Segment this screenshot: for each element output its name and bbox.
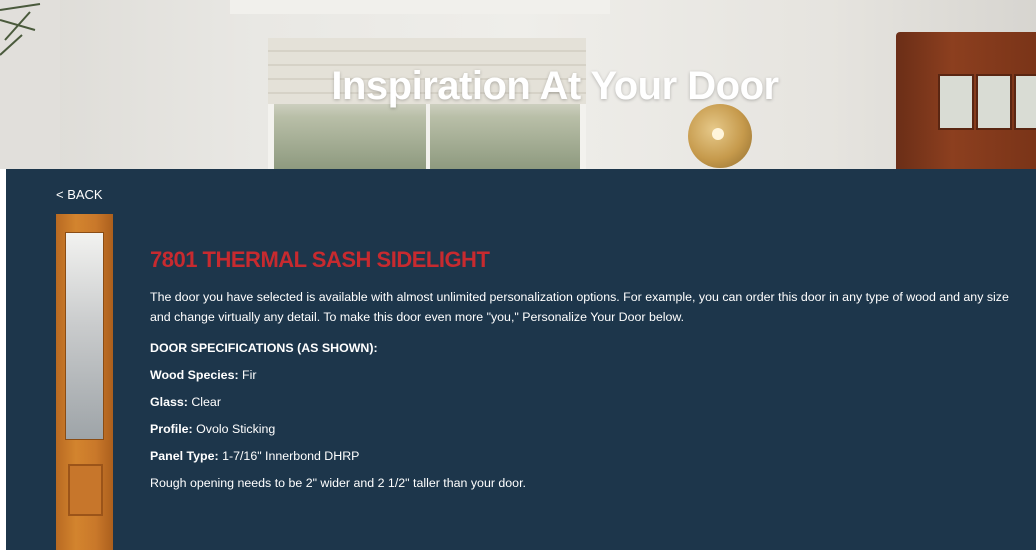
spec-value: Fir bbox=[238, 368, 257, 382]
hero-trim bbox=[230, 0, 610, 14]
hero-title: Inspiration At Your Door bbox=[331, 64, 779, 108]
product-detail-section: < BACK 7801 THERMAL SASH SIDELIGHT The d… bbox=[6, 169, 1036, 550]
door-product-image bbox=[56, 214, 113, 550]
hero-banner: Inspiration At Your Door bbox=[0, 0, 1036, 169]
spec-wood-species: Wood Species: Fir bbox=[150, 368, 1030, 382]
door-glass bbox=[65, 232, 104, 440]
spec-value: 1-7/16" Innerbond DHRP bbox=[218, 449, 360, 463]
spec-label: Wood Species: bbox=[150, 368, 239, 382]
product-info: 7801 THERMAL SASH SIDELIGHT The door you… bbox=[150, 247, 1030, 490]
specs-heading: DOOR SPECIFICATIONS (AS SHOWN): bbox=[150, 341, 378, 355]
door-panel bbox=[68, 464, 103, 516]
hero-window-mullion bbox=[426, 104, 430, 169]
spec-glass: Glass: Clear bbox=[150, 395, 1030, 409]
product-title: 7801 THERMAL SASH SIDELIGHT bbox=[150, 247, 490, 272]
back-link[interactable]: < BACK bbox=[56, 187, 103, 202]
plant-decoration bbox=[0, 3, 41, 56]
spec-panel-type: Panel Type: 1-7/16" Innerbond DHRP bbox=[150, 449, 1030, 463]
rough-opening-note: Rough opening needs to be 2" wider and 2… bbox=[150, 476, 526, 490]
spec-value: Ovolo Sticking bbox=[192, 422, 276, 436]
spec-label: Panel Type: bbox=[150, 449, 219, 463]
spec-label: Glass: bbox=[150, 395, 188, 409]
wall-sconce-bulb bbox=[712, 128, 724, 140]
spec-profile: Profile: Ovolo Sticking bbox=[150, 422, 1030, 436]
spec-label: Profile: bbox=[150, 422, 193, 436]
product-description: The door you have selected is available … bbox=[150, 290, 1009, 324]
spec-value: Clear bbox=[187, 395, 221, 409]
